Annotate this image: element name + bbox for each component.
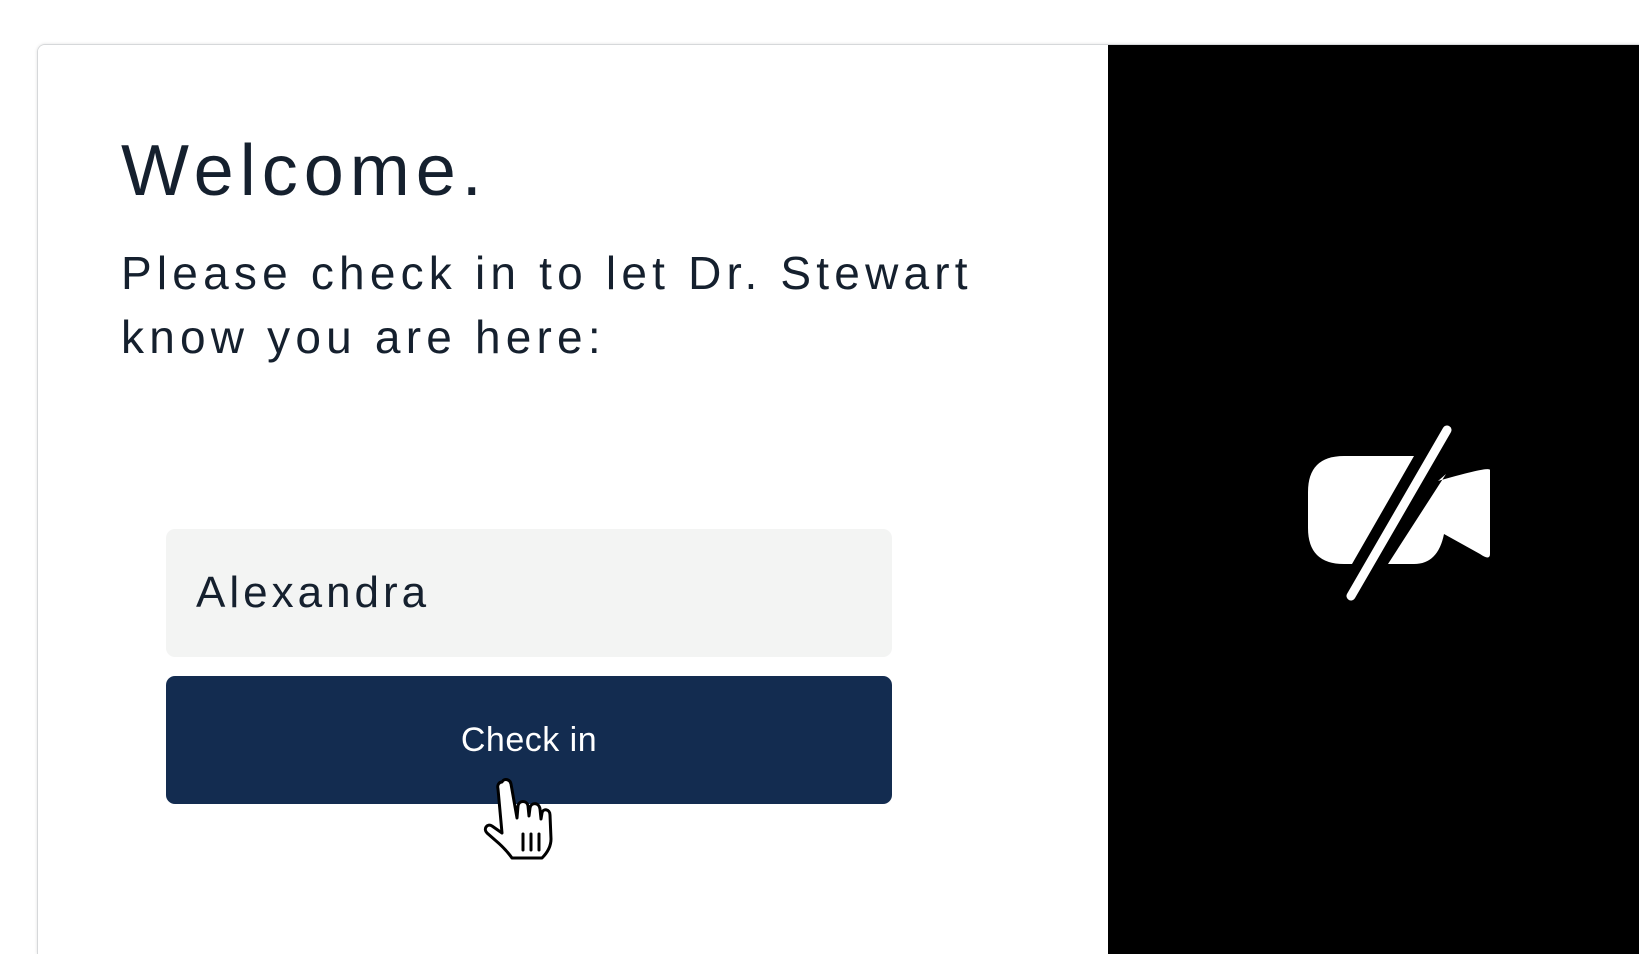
welcome-title: Welcome.	[121, 131, 488, 211]
checkin-panel: Welcome. Please check in to let Dr. Stew…	[38, 45, 1108, 954]
checkin-instructions: Please check in to let Dr. Stewart know …	[121, 247, 973, 363]
name-input[interactable]	[166, 529, 892, 657]
video-camera-off-icon[interactable]	[1306, 424, 1490, 604]
check-in-button[interactable]: Check in	[166, 676, 892, 804]
